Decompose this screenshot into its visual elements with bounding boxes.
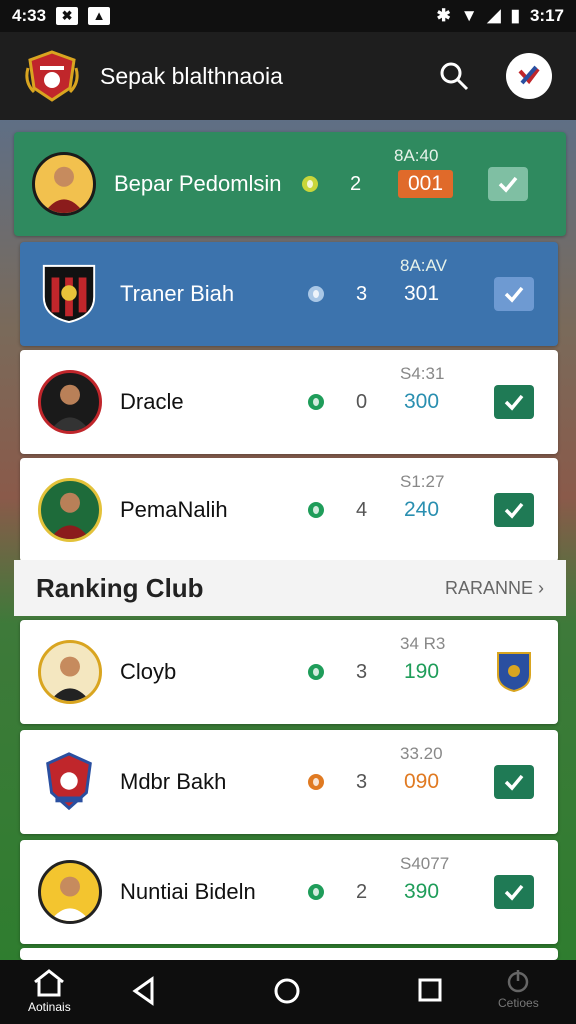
avatar (38, 370, 102, 434)
see-all-label: RARANNE (444, 577, 533, 598)
status-dot (302, 176, 318, 192)
club-name: Cloyb (120, 659, 177, 684)
club-crest (38, 262, 102, 326)
player-name: PemaNalih (120, 497, 228, 522)
avatar (38, 478, 102, 542)
rank-number: 2 (350, 172, 362, 195)
rank-number: 0 (356, 390, 368, 413)
status-dot (308, 664, 324, 680)
battery-icon: ▮ (510, 6, 520, 25)
match-time: 33.20 (400, 744, 443, 763)
wifi-icon: ▼ (460, 6, 478, 25)
nav-settings-button[interactable]: Cetioes (498, 968, 539, 1010)
points-value: 240 (404, 498, 440, 521)
match-time: S4077 (400, 854, 450, 873)
club-name: Traner Biah (120, 281, 235, 306)
home-system-button[interactable] (272, 976, 302, 1006)
rank-number: 3 (356, 282, 368, 305)
avatar (32, 152, 96, 216)
check-icon (498, 176, 518, 193)
points-value: 300 (404, 390, 440, 413)
check-icon (504, 884, 524, 901)
avatar (38, 640, 102, 704)
player-name: Bepar Pedomlsin (114, 171, 282, 196)
see-all-link[interactable]: RARANNE › (445, 578, 544, 599)
gallery-notification-icon: ✖ (56, 7, 79, 25)
list-item[interactable]: Bepar Pedomlsin 2 8A:40 001 (14, 132, 566, 236)
home-icon (34, 969, 65, 997)
list-item[interactable]: Dracle 0 S4:31 300 (20, 350, 558, 454)
match-time: 34 R3 (400, 634, 446, 653)
recents-icon (418, 978, 442, 1002)
select-checkbox[interactable] (494, 277, 534, 311)
rank-number: 4 (356, 498, 368, 521)
points-value: 301 (404, 282, 440, 305)
player-name: Dracle (120, 389, 184, 414)
club-name: Nuntiai Bideln (120, 879, 256, 904)
select-checkbox[interactable] (494, 385, 534, 419)
match-time: S4:31 (400, 364, 445, 383)
profile-button[interactable] (506, 53, 552, 99)
select-checkbox[interactable] (494, 875, 534, 909)
nav-home-label: Aotinais (28, 1000, 71, 1014)
shield-icon (497, 652, 531, 693)
club-shield-button[interactable] (494, 652, 534, 693)
chevron-right-icon: › (538, 577, 544, 598)
rank-number: 3 (356, 660, 368, 683)
match-time: S1:27 (400, 472, 445, 491)
rank-number: 2 (356, 880, 368, 903)
check-icon (504, 394, 524, 411)
app-bar: Sepak blalthnaoia (0, 32, 576, 120)
select-checkbox[interactable] (494, 493, 534, 527)
status-dot (308, 394, 324, 410)
list-item-partial (20, 948, 558, 960)
circle-home-icon (274, 978, 300, 1004)
section-title: Ranking Club (36, 572, 204, 603)
app-title: Sepak blalthnaoia (100, 62, 283, 89)
club-crest (38, 750, 102, 814)
status-dot (308, 774, 324, 790)
status-bar: 4:33 ✖ ▲ ✱ ▼ ◢ ▮ 3:17 (0, 0, 576, 32)
check-icon (504, 774, 524, 791)
nav-home-button[interactable]: Aotinais (28, 968, 71, 1014)
check-icon (504, 502, 524, 519)
status-clock-right: 3:17 (529, 6, 564, 25)
points-badge: 001 (398, 170, 454, 198)
bottom-nav-bar: Aotinais Cetioes (0, 960, 576, 1024)
signal-icon: ◢ (487, 6, 501, 25)
points-value: 390 (404, 880, 440, 903)
points-value: 190 (404, 660, 440, 683)
status-dot (308, 502, 324, 518)
list-item[interactable]: PemaNalih 4 S1:27 240 (20, 458, 558, 562)
status-time: 4:33 (12, 6, 47, 25)
match-time: 8A:40 (394, 146, 439, 165)
recents-button[interactable] (416, 976, 444, 1004)
back-icon (132, 976, 154, 1006)
select-checkbox[interactable] (488, 167, 528, 201)
match-time: 8A:AV (400, 256, 447, 275)
back-button[interactable] (130, 976, 158, 1006)
select-checkbox[interactable] (494, 765, 534, 799)
bluetooth-icon: ✱ (436, 6, 451, 25)
section-header: Ranking Club RARANNE › (14, 560, 566, 616)
search-icon (440, 62, 469, 91)
check-icon (504, 286, 524, 303)
power-icon (508, 970, 529, 993)
team-badge-icon (518, 65, 540, 85)
avatar (38, 860, 102, 924)
search-button[interactable] (432, 54, 476, 98)
list-item[interactable]: Mdbr Bakh 3 33.20 090 (20, 730, 558, 834)
nav-settings-label: Cetioes (498, 996, 539, 1010)
list-item[interactable]: Cloyb 3 34 R3 190 (20, 620, 558, 724)
list-item[interactable]: Nuntiai Bideln 2 S4077 390 (20, 840, 558, 944)
list-item[interactable]: Traner Biah 3 8A:AV 301 (20, 242, 558, 346)
status-dot (308, 884, 324, 900)
image-notification-icon: ▲ (88, 7, 111, 25)
club-logo-icon (25, 50, 79, 102)
rank-number: 3 (356, 770, 368, 793)
club-name: Mdbr Bakh (120, 769, 227, 794)
points-value: 090 (404, 770, 440, 793)
status-dot (308, 286, 324, 302)
